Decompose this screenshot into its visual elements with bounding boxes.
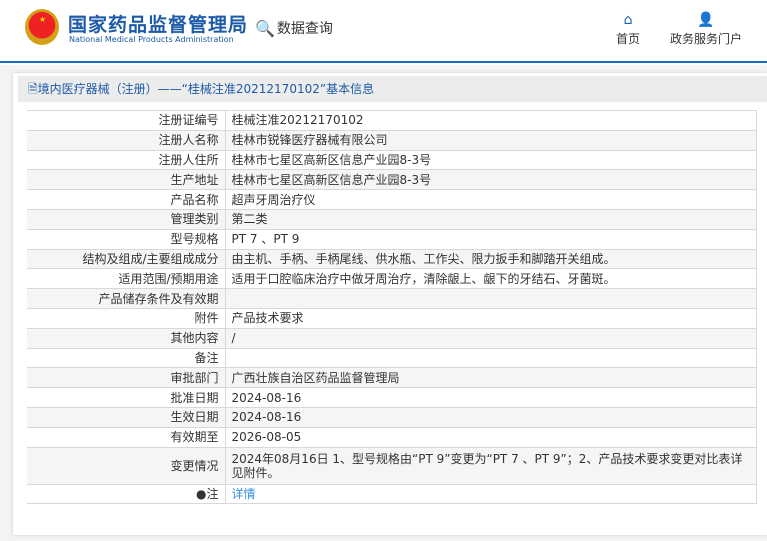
row-value: / [224, 327, 757, 349]
row-value [224, 288, 757, 309]
table-row: 变更情况 2024年08月16日 1、型号规格由“PT 9”变更为“PT 7 、P… [27, 446, 757, 485]
row-value: 适用于口腔临床治疗中做牙周治疗，清除龈上、龈下的牙结石、牙菌斑。 [224, 268, 757, 290]
nav-home[interactable]: ⌂ 首页 [616, 12, 640, 47]
data-query-link[interactable]: 🔍 数据查询 [255, 18, 333, 38]
table-row: 管理类别 第二类 [27, 208, 757, 230]
row-label: 产品名称 [27, 189, 226, 210]
row-value: 产品技术要求 [224, 307, 757, 329]
row-value [224, 347, 757, 369]
row-label: 备注 [27, 347, 226, 369]
pin-icon: ● [196, 486, 207, 501]
table-row: 附件 产品技术要求 [27, 307, 757, 329]
row-value: 2024年08月16日 1、型号规格由“PT 9”变更为“PT 7 、PT 9”… [224, 446, 757, 485]
table-row: 审批部门 广西壮族自治区药品监督管理局 [27, 367, 757, 389]
row-label: 附件 [27, 307, 226, 329]
row-label: 注册人名称 [27, 129, 226, 151]
table-row: 其他内容 / [27, 327, 757, 349]
document-icon: 🗎 [28, 82, 38, 96]
detail-table: 注册证编号 桂械注准20212170102 注册人名称 桂林市锐锋医疗器械有限公司 注册… [27, 110, 757, 505]
table-row: 产品名称 超声牙周治疗仪 [27, 189, 757, 210]
row-value: PT 7 、PT 9 [224, 228, 757, 250]
row-value: 超声牙周治疗仪 [224, 189, 757, 210]
row-label: 变更情况 [27, 446, 226, 485]
row-label: 审批部门 [27, 367, 226, 389]
table-row: 产品储存条件及有效期 [27, 288, 757, 309]
table-row: 注册证编号 桂械注准20212170102 [27, 110, 757, 131]
row-label: 结构及组成/主要组成成分 [27, 248, 226, 270]
row-label: 型号规格 [27, 228, 226, 250]
row-value: 桂械注准20212170102 [224, 110, 757, 131]
row-label: 产品储存条件及有效期 [27, 288, 226, 309]
table-row: 注册人住所 桂林市七星区高新区信息产业园8-3号 [27, 149, 757, 171]
home-icon: ⌂ [623, 12, 633, 28]
table-row: 注册人名称 桂林市锐锋医疗器械有限公司 [27, 129, 757, 151]
table-row: 有效期至 2026-08-05 [27, 426, 757, 448]
row-label: 注册人住所 [27, 149, 226, 171]
table-row: 生产地址 桂林市七星区高新区信息产业园8-3号 [27, 169, 757, 191]
table-row: 结构及组成/主要组成成分 由主机、手柄、手柄尾线、供水瓶、工作尖、限力扳手和脚踏开… [27, 248, 757, 270]
row-label: 生效日期 [27, 406, 226, 428]
nav-gov-service-portal[interactable]: 👤 政务服务门户 [670, 12, 742, 47]
row-value: 2024-08-16 [224, 406, 757, 428]
site-header: ★ 国家药品监督管理局 National Medical Products Ad… [0, 0, 767, 63]
table-row: 生效日期 2024-08-16 [27, 406, 757, 428]
national-emblem-logo: ★ [25, 9, 59, 45]
row-label: 生产地址 [27, 169, 226, 191]
table-row: ●注 详情 [27, 483, 757, 505]
row-value: 第二类 [224, 208, 757, 230]
row-value: 详情 [224, 483, 757, 505]
row-value: 2026-08-05 [224, 426, 757, 448]
row-value: 桂林市锐锋医疗器械有限公司 [224, 129, 757, 151]
row-label: 适用范围/预期用途 [27, 268, 226, 290]
table-row: 型号规格 PT 7 、PT 9 [27, 228, 757, 250]
brand-name-cn: 国家药品监督管理局 [68, 14, 249, 36]
row-label: 注册证编号 [27, 110, 226, 131]
row-label: 其他内容 [27, 327, 226, 349]
user-icon: 👤 [697, 12, 715, 28]
row-value: 桂林市七星区高新区信息产业园8-3号 [224, 169, 757, 191]
table-row: 适用范围/预期用途 适用于口腔临床治疗中做牙周治疗，清除龈上、龈下的牙结石、牙菌斑… [27, 268, 757, 290]
search-document-icon: 🔍 [255, 18, 275, 38]
page-title: 🗎境内医疗器械（注册）——“桂械注准20212170102”基本信息 [18, 76, 767, 102]
row-value: 广西壮族自治区药品监督管理局 [224, 367, 757, 389]
table-row: 批准日期 2024-08-16 [27, 387, 757, 408]
row-label: 批准日期 [27, 387, 226, 408]
details-link[interactable]: 详情 [232, 487, 256, 501]
row-label: 有效期至 [27, 426, 226, 448]
row-value: 桂林市七星区高新区信息产业园8-3号 [224, 149, 757, 171]
row-label: ●注 [27, 483, 226, 505]
row-value: 由主机、手柄、手柄尾线、供水瓶、工作尖、限力扳手和脚踏开关组成。 [224, 248, 757, 270]
brand-name-en: National Medical Products Administration [69, 35, 234, 44]
row-label: 管理类别 [27, 208, 226, 230]
row-value: 2024-08-16 [224, 387, 757, 408]
table-row: 备注 [27, 347, 757, 369]
